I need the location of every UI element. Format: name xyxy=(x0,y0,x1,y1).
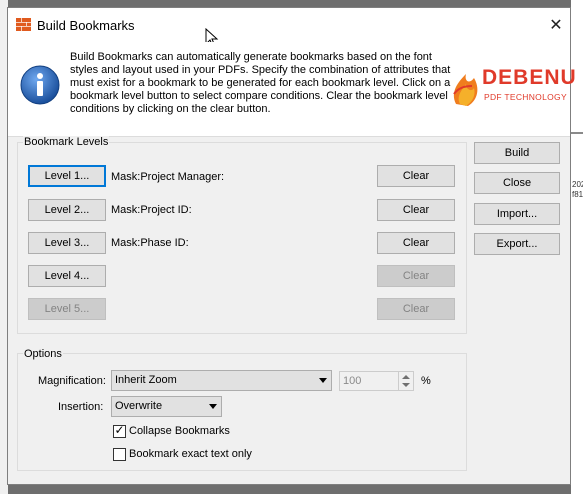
zoom-spinbox: 100 xyxy=(339,371,414,391)
chevron-down-icon xyxy=(209,404,217,409)
close-button[interactable]: Close xyxy=(474,172,560,194)
level-4-button[interactable]: Level 4... xyxy=(28,265,106,287)
import-button[interactable]: Import... xyxy=(474,203,560,225)
magnification-value: Inherit Zoom xyxy=(115,374,177,386)
info-panel: Build Bookmarks can automatically genera… xyxy=(8,42,576,137)
debenu-logo: DEBENU PDF TECHNOLOGY xyxy=(450,64,576,108)
logo-subtitle: PDF TECHNOLOGY xyxy=(484,92,567,102)
zoom-unit: % xyxy=(421,375,431,387)
background-divider xyxy=(571,132,583,134)
insertion-label: Insertion: xyxy=(58,401,104,413)
title-bar[interactable]: Build Bookmarks ✕ xyxy=(8,8,570,48)
level-1-clear-button[interactable]: Clear xyxy=(377,165,455,187)
collapse-bookmarks-label[interactable]: Collapse Bookmarks xyxy=(129,424,230,438)
magnification-label: Magnification: xyxy=(38,375,106,387)
info-icon xyxy=(20,65,60,105)
level-1-button[interactable]: Level 1... xyxy=(28,165,106,187)
checkmark-icon: ✓ xyxy=(114,423,125,437)
level-3-condition: Mask:Phase ID: xyxy=(111,237,189,249)
collapse-bookmarks-checkbox[interactable]: ✓ xyxy=(113,423,126,438)
level-2-clear-button[interactable]: Clear xyxy=(377,199,455,221)
description-text: Build Bookmarks can automatically genera… xyxy=(70,51,451,115)
insertion-value: Overwrite xyxy=(115,400,163,412)
level-5-button: Level 5... xyxy=(28,298,106,320)
level-4-clear-button: Clear xyxy=(377,265,455,287)
app-icon xyxy=(16,18,31,31)
level-2-condition: Mask:Project ID: xyxy=(111,204,192,216)
spin-arrows-icon xyxy=(398,372,413,390)
chevron-down-icon xyxy=(319,378,327,383)
level-5-clear-button: Clear xyxy=(377,298,455,320)
magnification-select[interactable]: Inherit Zoom xyxy=(111,370,332,391)
level-3-clear-button[interactable]: Clear xyxy=(377,232,455,254)
level-3-button[interactable]: Level 3... xyxy=(28,232,106,254)
background-edge-text: 202 f81 xyxy=(572,180,583,199)
exact-text-label[interactable]: Bookmark exact text only xyxy=(129,447,252,461)
insertion-select[interactable]: Overwrite xyxy=(111,396,222,417)
debenu-flame-icon xyxy=(453,74,478,106)
build-button[interactable]: Build xyxy=(474,142,560,164)
build-bookmarks-dialog: Build Bookmarks ✕ Build Bookmarks can au… xyxy=(7,7,576,485)
export-button[interactable]: Export... xyxy=(474,233,560,255)
logo-word: DEBENU xyxy=(482,66,577,89)
bookmark-levels-label: Bookmark Levels xyxy=(23,136,110,148)
options-label: Options xyxy=(23,348,63,360)
window-title: Build Bookmarks xyxy=(37,18,135,33)
exact-text-checkbox[interactable] xyxy=(113,448,126,461)
level-1-condition: Mask:Project Manager: xyxy=(111,171,225,183)
level-2-button[interactable]: Level 2... xyxy=(28,199,106,221)
close-window-button[interactable]: ✕ xyxy=(544,14,568,38)
zoom-value: 100 xyxy=(343,375,362,387)
